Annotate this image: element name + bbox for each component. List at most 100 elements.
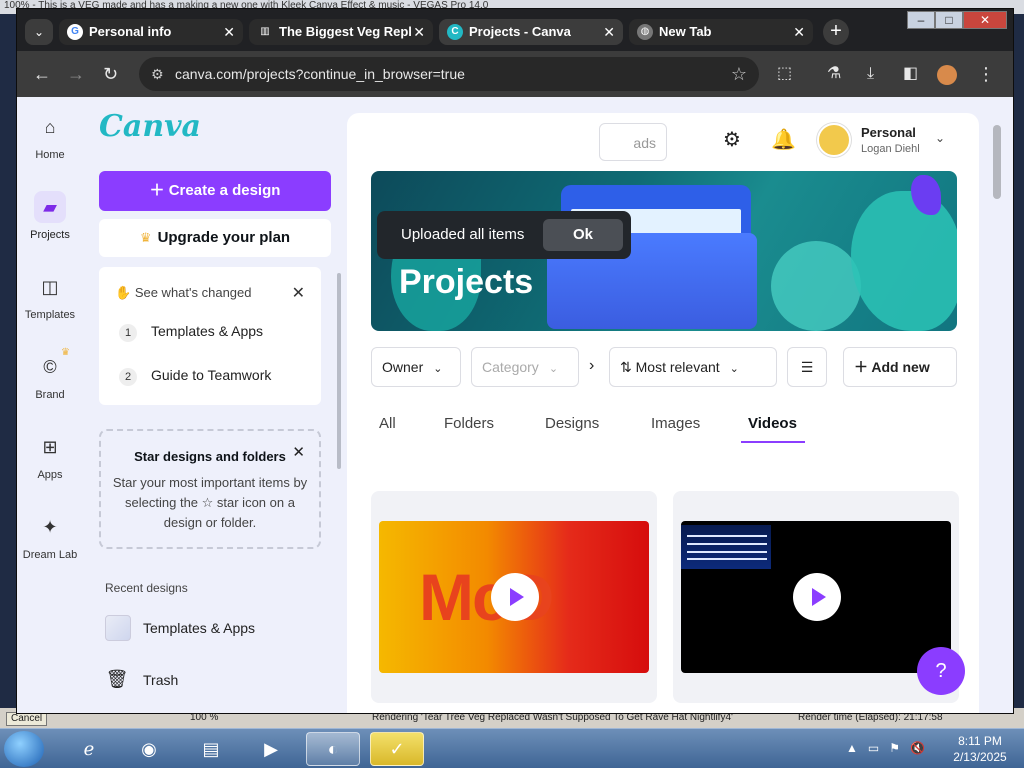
media-player-icon[interactable]: ▶ bbox=[244, 732, 298, 766]
rail-item-home[interactable]: ⌂ Home bbox=[17, 111, 83, 162]
system-tray[interactable]: ▲ ▭ ⚑ 🔇 bbox=[846, 741, 925, 755]
play-icon[interactable] bbox=[793, 573, 841, 621]
rail-item-projects[interactable]: ▰ Projects bbox=[17, 191, 83, 241]
chrome-taskbar-icon[interactable]: ◐ bbox=[306, 732, 360, 766]
rail-item-dream-lab[interactable]: ✦ Dream Lab bbox=[17, 511, 83, 562]
rail-label: Templates bbox=[24, 309, 76, 321]
maximize-button[interactable]: □ bbox=[935, 11, 963, 29]
owner-label: Owner bbox=[382, 359, 424, 375]
labs-icon[interactable]: ⚗ bbox=[827, 63, 841, 85]
trash-label: Trash bbox=[143, 671, 179, 688]
video-thumbnail[interactable] bbox=[681, 521, 951, 673]
tab-folders[interactable]: Folders bbox=[444, 415, 494, 432]
tab-search-button[interactable]: ⌄ bbox=[25, 19, 53, 45]
tab-projects-canva[interactable]: C Projects - Canva ✕ bbox=[439, 19, 623, 45]
add-new-button[interactable]: ＋ Add new bbox=[843, 347, 957, 387]
star-tip-desc: Star your most important items by select… bbox=[112, 475, 308, 530]
profile-avatar[interactable] bbox=[937, 65, 957, 85]
rail-item-brand[interactable]: ♛ © Brand bbox=[17, 347, 83, 401]
chevron-down-icon: ⌄ bbox=[729, 363, 739, 375]
uploads-button[interactable]: ads bbox=[599, 123, 667, 161]
tab-images[interactable]: Images bbox=[651, 415, 700, 432]
ok-button[interactable]: Ok bbox=[543, 219, 623, 251]
vegas-pro-icon[interactable]: ✓ bbox=[370, 732, 424, 766]
avatar[interactable] bbox=[817, 123, 851, 157]
extensions-icon[interactable]: ⬚ bbox=[777, 63, 792, 85]
tab-biggest-veg[interactable]: ▥ The Biggest Veg Repl ✕ bbox=[249, 19, 433, 45]
sidebar: Canva ＋ Create a design ♛ Upgrade your pl… bbox=[83, 97, 343, 713]
address-bar[interactable]: ⚙ canva.com/projects?continue_in_browser… bbox=[139, 57, 759, 91]
new-tab-button[interactable]: + bbox=[823, 19, 849, 45]
sort-dropdown[interactable]: ⇅ Most relevant ⌄ bbox=[609, 347, 777, 387]
browser-toolbar: ← → ↻ ⚙ canva.com/projects?continue_in_b… bbox=[17, 51, 1013, 97]
list-view-button[interactable]: ☰ bbox=[787, 347, 827, 387]
close-icon[interactable]: ✕ bbox=[413, 19, 425, 45]
clock[interactable]: 8:11 PM 2/13/2025 bbox=[944, 733, 1016, 765]
tab-all[interactable]: All bbox=[379, 415, 396, 432]
internet-explorer-icon[interactable]: ℯ bbox=[62, 732, 116, 766]
dream-lab-icon: ✦ bbox=[42, 516, 58, 537]
changes-item[interactable]: 2 Guide to Teamwork bbox=[119, 367, 271, 386]
menu-icon[interactable]: ⋮ bbox=[977, 63, 995, 85]
templates-icon: ◫ bbox=[41, 276, 59, 297]
chevron-right-icon[interactable]: › bbox=[589, 357, 594, 375]
bookmark-star-icon[interactable]: ☆ bbox=[731, 57, 747, 91]
project-tabs: All Folders Designs Images Videos bbox=[371, 407, 957, 447]
forward-icon[interactable]: → bbox=[67, 63, 85, 85]
rail-label: Projects bbox=[30, 229, 70, 241]
scrollbar-thumb[interactable] bbox=[993, 125, 1001, 199]
notifications-bell-icon[interactable]: 🔔 bbox=[771, 127, 796, 152]
close-window-button[interactable]: ✕ bbox=[963, 11, 1007, 29]
trash-link[interactable]: 🗑 Trash bbox=[105, 669, 179, 690]
rail-item-apps[interactable]: ⊞ Apps bbox=[17, 431, 83, 482]
chevron-down-icon[interactable]: ⌄ bbox=[935, 131, 945, 145]
apps-icon: ⊞ bbox=[42, 436, 58, 457]
recent-design-item[interactable]: Templates & Apps bbox=[105, 615, 255, 641]
tab-videos[interactable]: Videos bbox=[748, 415, 797, 432]
tab-personal-info[interactable]: G Personal info ✕ bbox=[59, 19, 243, 45]
reload-icon[interactable]: ↻ bbox=[103, 63, 118, 85]
video-thumbnail[interactable]: McD bbox=[379, 521, 649, 673]
close-icon[interactable]: ✕ bbox=[603, 19, 615, 45]
sidebar-scrollbar[interactable] bbox=[337, 273, 341, 469]
clock-time: 8:11 PM bbox=[958, 734, 1002, 748]
close-icon[interactable]: ✕ bbox=[793, 19, 805, 45]
upgrade-plan-button[interactable]: ♛ Upgrade your plan bbox=[99, 219, 331, 257]
tab-new-tab[interactable]: ◍ New Tab ✕ bbox=[629, 19, 813, 45]
list-view-icon: ☰ bbox=[800, 359, 814, 375]
minimize-button[interactable]: – bbox=[907, 11, 935, 29]
rail-label: Apps bbox=[37, 469, 63, 481]
plus-icon: ＋ bbox=[854, 359, 872, 375]
site-info-icon[interactable]: ⚙ bbox=[151, 57, 164, 91]
file-explorer-icon[interactable]: ▤ bbox=[184, 732, 238, 766]
background-cancel-button[interactable]: Cancel bbox=[6, 712, 48, 726]
close-icon[interactable]: ✕ bbox=[292, 283, 305, 303]
star-designs-tip: Star designs and folders ✕ Star your mos… bbox=[99, 429, 321, 549]
start-button[interactable] bbox=[4, 731, 44, 767]
owner-filter[interactable]: Owner ⌄ bbox=[371, 347, 461, 387]
download-icon[interactable]: ⤓ bbox=[867, 63, 874, 85]
help-button[interactable]: ? bbox=[917, 647, 965, 695]
back-icon[interactable]: ← bbox=[33, 63, 51, 85]
rail-item-templates[interactable]: ◫ Templates bbox=[17, 271, 83, 322]
canva-logo[interactable]: Canva bbox=[99, 109, 201, 144]
page-scrollbar[interactable] bbox=[989, 115, 1003, 713]
video-card[interactable]: McD bbox=[371, 491, 657, 703]
settings-gear-icon[interactable]: ⚙ bbox=[723, 127, 741, 152]
clock-date: 2/13/2025 bbox=[953, 750, 1007, 764]
changes-item[interactable]: 1 Templates & Apps bbox=[119, 323, 263, 342]
play-icon[interactable] bbox=[491, 573, 539, 621]
side-panel-icon[interactable]: ◧ bbox=[903, 63, 918, 85]
category-filter[interactable]: Category ⌄ bbox=[471, 347, 579, 387]
tab-designs[interactable]: Designs bbox=[545, 415, 599, 432]
rail-label: Dream Lab bbox=[22, 549, 78, 561]
category-label: Category bbox=[482, 359, 539, 375]
url-text: canva.com/projects?continue_in_browser=t… bbox=[175, 66, 465, 82]
close-icon[interactable]: ✕ bbox=[292, 443, 305, 461]
firefox-icon[interactable]: ◉ bbox=[122, 732, 176, 766]
home-icon: ⌂ bbox=[44, 116, 56, 137]
item-number: 1 bbox=[119, 324, 137, 342]
streak-graphic bbox=[681, 525, 771, 569]
close-icon[interactable]: ✕ bbox=[223, 19, 235, 45]
create-design-button[interactable]: ＋ Create a design bbox=[99, 171, 331, 211]
